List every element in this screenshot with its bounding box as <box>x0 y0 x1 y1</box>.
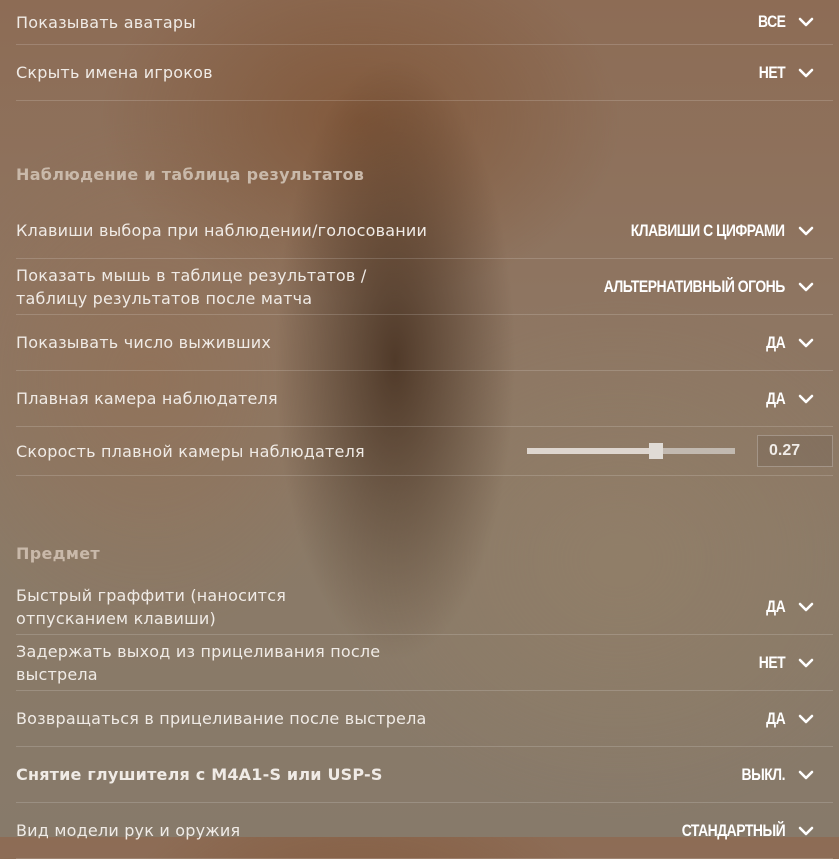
setting-label: Возвращаться в прицеливание после выстре… <box>16 709 427 728</box>
setting-label: Скрыть имена игроков <box>16 63 213 82</box>
dropdown-spectate-keys[interactable]: КЛАВИШИ С ЦИФРАМИ <box>597 221 815 241</box>
chevron-down-icon[interactable] <box>797 654 815 672</box>
chevron-down-icon[interactable] <box>797 766 815 784</box>
dropdown-delay-unzoom[interactable]: НЕТ <box>753 653 815 673</box>
dropdown-value: ДА <box>765 708 786 728</box>
dropdown-value: НЕТ <box>758 652 786 672</box>
setting-row-quick-graffiti[interactable]: Быстрый граффити (наносится отпусканием … <box>16 579 833 635</box>
dropdown-hide-player-names[interactable]: НЕТ <box>753 63 815 83</box>
setting-label: Плавная камера наблюдателя <box>16 389 278 408</box>
dropdown-value: АЛЬТЕРНАТИВНЫЙ ОГОНЬ <box>603 276 786 296</box>
dropdown-smooth-camera[interactable]: ДА <box>762 389 815 409</box>
dropdown-quick-graffiti[interactable]: ДА <box>762 597 815 617</box>
chevron-down-icon[interactable] <box>797 13 815 31</box>
dropdown-value: ДА <box>765 332 786 352</box>
camera-speed-input[interactable]: 0.27 <box>757 435 833 467</box>
section-title-spectate: Наблюдение и таблица результатов <box>16 165 365 184</box>
setting-label: Показать мышь в таблице результатов / та… <box>16 265 367 308</box>
chevron-down-icon[interactable] <box>797 598 815 616</box>
setting-label: Показывать число выживших <box>16 333 272 352</box>
chevron-down-icon[interactable] <box>797 278 815 296</box>
setting-row-scoreboard-mouse[interactable]: Показать мышь в таблице результатов / та… <box>16 259 833 315</box>
settings-panel: Показывать аватары ВСЕ Скрыть имена игро… <box>16 0 833 859</box>
setting-label: Показывать аватары <box>16 12 197 32</box>
dropdown-value: КЛАВИШИ С ЦИФРАМИ <box>631 220 785 240</box>
dropdown-value: ВСЕ <box>757 12 786 31</box>
slider-fill <box>527 448 656 454</box>
dropdown-rezoom[interactable]: ДА <box>762 709 815 729</box>
setting-row-hide-player-names[interactable]: Скрыть имена игроков НЕТ <box>16 45 833 101</box>
dropdown-value: ДА <box>765 388 786 408</box>
dropdown-scoreboard-mouse[interactable]: АЛЬТЕРНАТИВНЫЙ ОГОНЬ <box>564 277 815 297</box>
dropdown-value: ДА <box>765 596 786 616</box>
setting-row-smooth-camera[interactable]: Плавная камера наблюдателя ДА <box>16 371 833 427</box>
dropdown-value: СТАНДАРТНЫЙ <box>681 820 786 840</box>
dropdown-show-avatars[interactable]: ВСЕ <box>752 12 815 32</box>
camera-speed-slider[interactable] <box>527 443 735 459</box>
camera-speed-slider-group: 0.27 <box>527 435 833 467</box>
setting-row-show-survivors[interactable]: Показывать число выживших ДА <box>16 315 833 371</box>
setting-row-silencer-removal[interactable]: Снятие глушителя с M4A1-S или USP-S ВЫКЛ… <box>16 747 833 803</box>
setting-label: Быстрый граффити (наносится отпусканием … <box>16 585 287 628</box>
dropdown-show-survivors[interactable]: ДА <box>762 333 815 353</box>
setting-label: Задержать выход из прицеливания после вы… <box>16 641 381 684</box>
section-title-item: Предмет <box>16 544 100 563</box>
setting-label: Скорость плавной камеры наблюдателя <box>16 441 365 461</box>
chevron-down-icon[interactable] <box>797 334 815 352</box>
chevron-down-icon[interactable] <box>797 222 815 240</box>
chevron-down-icon[interactable] <box>797 710 815 728</box>
setting-row-show-avatars[interactable]: Показывать аватары ВСЕ <box>16 0 833 45</box>
setting-label: Клавиши выбора при наблюдении/голосовани… <box>16 221 428 240</box>
setting-row-spectate-keys[interactable]: Клавиши выбора при наблюдении/голосовани… <box>16 203 833 259</box>
chevron-down-icon[interactable] <box>797 390 815 408</box>
dropdown-viewmodel[interactable]: СТАНДАРТНЫЙ <box>659 821 815 841</box>
setting-label: Вид модели рук и оружия <box>16 821 241 840</box>
slider-thumb[interactable] <box>648 443 663 459</box>
setting-row-rezoom[interactable]: Возвращаться в прицеливание после выстре… <box>16 691 833 747</box>
setting-row-viewmodel[interactable]: Вид модели рук и оружия СТАНДАРТНЫЙ <box>16 803 833 859</box>
dropdown-value: НЕТ <box>758 62 786 82</box>
chevron-down-icon[interactable] <box>797 64 815 82</box>
setting-row-smooth-camera-speed: Скорость плавной камеры наблюдателя 0.27 <box>16 427 833 476</box>
setting-label: Снятие глушителя с M4A1-S или USP-S <box>16 765 383 784</box>
dropdown-silencer-removal[interactable]: ВЫКЛ. <box>732 765 815 785</box>
dropdown-value: ВЫКЛ. <box>741 764 786 784</box>
setting-row-delay-unzoom[interactable]: Задержать выход из прицеливания после вы… <box>16 635 833 691</box>
